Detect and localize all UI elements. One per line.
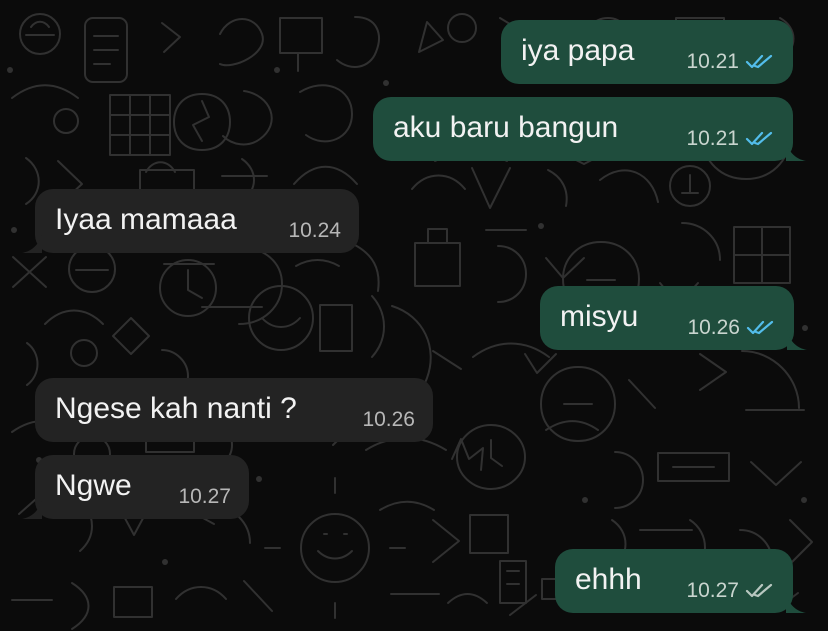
message-time: 10.26 — [687, 316, 740, 339]
message-time: 10.27 — [178, 485, 231, 508]
message-bubble-outgoing[interactable]: misyu 10.26 — [540, 286, 807, 350]
message-text: aku baru bangun — [393, 110, 619, 144]
message-text: iya papa — [521, 33, 635, 67]
message-bubble-outgoing[interactable]: aku baru bangun 10.21 — [373, 97, 806, 161]
message-bubble-outgoing[interactable]: iya papa 10.21 — [501, 20, 793, 84]
message-text: misyu — [560, 299, 639, 333]
message-bubble-incoming[interactable]: Iyaa mamaaa 10.24 — [22, 189, 359, 253]
message-text: Ngwe — [55, 468, 132, 502]
message-meta: 10.26 — [687, 317, 776, 338]
bubble-tail — [786, 141, 806, 161]
message-text: Iyaa mamaaa — [55, 202, 237, 236]
double-check-icon — [745, 54, 773, 68]
double-check-icon — [745, 131, 773, 145]
message-meta: 10.21 — [686, 51, 775, 72]
bubble-tail — [22, 499, 42, 519]
message-time: 10.21 — [686, 127, 739, 150]
message-bubble-incoming[interactable]: Ngese kah nanti ? 10.26 — [35, 378, 433, 442]
message-meta: 10.26 — [362, 409, 415, 430]
message-meta: 10.27 — [686, 580, 775, 601]
message-time: 10.26 — [362, 408, 415, 431]
bubble-tail — [786, 593, 806, 613]
message-bubble-incoming[interactable]: Ngwe 10.27 — [22, 455, 249, 519]
double-check-icon — [746, 320, 774, 334]
bubble-tail — [787, 330, 807, 350]
message-meta: 10.27 — [178, 486, 231, 507]
bubble-tail — [22, 233, 42, 253]
message-time: 10.21 — [686, 50, 739, 73]
message-text: ehhh — [575, 562, 642, 596]
message-text: Ngese kah nanti ? — [55, 391, 297, 425]
chat-thread: iya papa 10.21 aku baru bangun 10.21 Iya… — [0, 0, 828, 631]
double-check-icon — [745, 583, 773, 597]
message-time: 10.24 — [288, 219, 341, 242]
message-meta: 10.24 — [288, 220, 341, 241]
message-time: 10.27 — [686, 579, 739, 602]
message-meta: 10.21 — [686, 128, 775, 149]
message-bubble-outgoing[interactable]: ehhh 10.27 — [555, 549, 806, 613]
